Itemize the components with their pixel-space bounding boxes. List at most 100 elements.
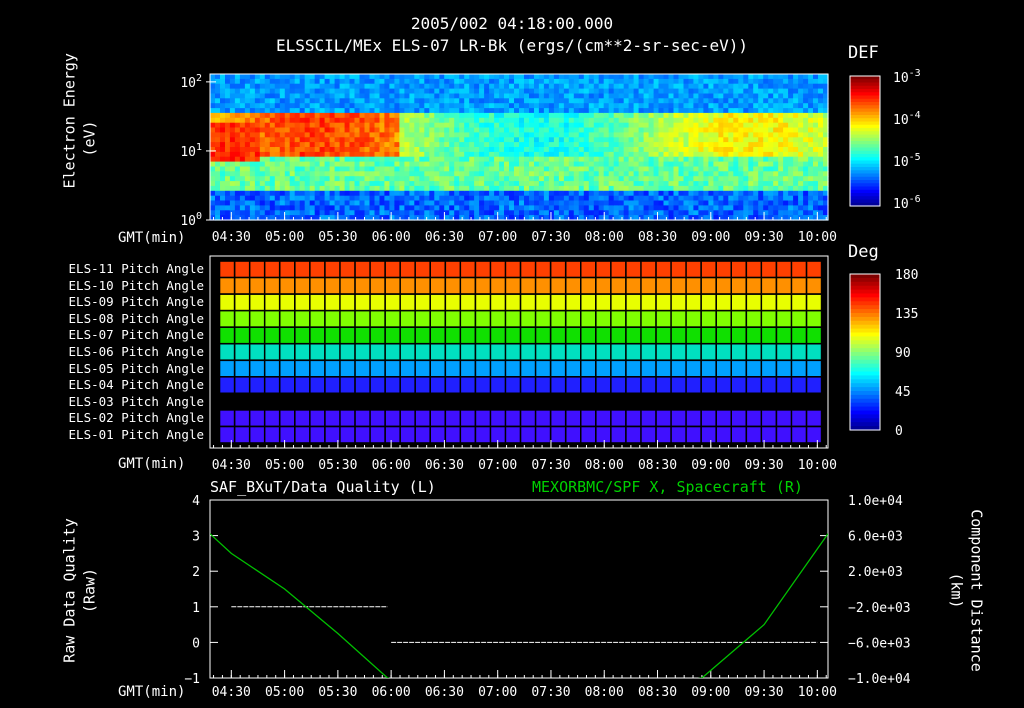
spectrogram-cell [210,83,216,90]
spectrogram-cell [464,166,470,172]
spectrogram-cell [284,195,291,202]
spectrogram-cell [678,205,685,211]
spectrogram-cell [643,93,650,99]
spectrogram-cell [538,98,545,104]
spectrogram-cell [773,78,779,85]
spectrogram-cell [444,122,450,129]
pitch-angle-cell [626,410,641,427]
spectrogram-cell [578,205,585,211]
spectrogram-cell [329,74,336,80]
spectrogram-cell [434,142,440,148]
spectrogram-cell [494,161,500,168]
spectrogram-cell [803,78,809,85]
pitch-angle-cell [294,294,310,311]
spectrogram-cell [658,181,665,187]
spectrogram-cell [499,205,505,211]
spectrogram-cell [499,132,505,138]
spectrogram-cell [399,112,405,119]
distance-axis-unit: (km) [947,572,966,609]
spectrogram-cell [573,190,580,197]
spectrogram-cell [419,156,425,163]
spectrogram-cell [543,210,550,216]
spectrogram-cell [563,108,570,114]
spectrogram-cell [563,83,570,90]
pitch-angle-cell [595,360,611,377]
spectrogram-cell [354,127,361,133]
spectrogram-cell [419,210,425,216]
pitch-angle-cell [565,294,581,311]
pitch-angle-cell [249,277,265,294]
pitch-angle-cell [370,310,385,327]
spectrogram-cell [768,122,774,129]
spectrogram-cell [668,142,675,148]
spectrogram-cell [613,147,620,153]
spectrogram-cell [583,117,590,124]
spectrogram-cell [359,142,366,148]
spectrogram-cell [703,74,709,80]
spectrogram-cell [588,205,595,211]
spectrogram-cell [409,103,415,109]
spectrogram-cell [374,108,381,114]
spectrogram-cell [628,88,635,95]
spectrogram-cell [683,190,690,197]
spectrogram-cell [359,176,366,182]
spectrogram-cell [389,185,395,192]
spectrogram-cell [519,205,525,211]
spectrogram-cell [788,147,794,153]
spectrogram-cell [683,103,690,109]
spectrogram-cell [254,78,261,85]
spectrogram-cell [648,200,655,206]
spectrogram-cell [558,88,565,95]
spectrogram-cell [309,112,316,119]
spectrogram-cell [444,137,450,143]
spectrogram-cell [434,132,440,138]
spectrogram-cell [429,210,435,216]
spectrogram-cell [484,185,490,192]
spectrogram-cell [449,210,455,216]
spectrogram-cell [389,132,395,138]
spectrogram-cell [354,93,361,99]
spectrogram-cell [613,112,620,119]
spectrogram-cell [618,78,625,85]
spectrogram-cell [603,195,610,202]
spectrogram-cell [225,176,231,182]
spectrogram-cell [354,112,361,119]
spectrogram-cell [803,181,809,187]
spectrogram-cell [793,83,799,90]
spectrogram-cell [489,171,495,177]
spectrogram-cell [309,200,316,206]
spectrogram-cell [399,93,405,99]
spectrogram-cell [364,171,371,177]
spectrogram-cell [499,161,505,168]
pitch-angle-cell [550,327,566,344]
spectrogram-cell [703,142,709,148]
spectrogram-cell [349,195,356,202]
spectrogram-cell [758,176,764,182]
spectrogram-cell [783,176,789,182]
pitch-angle-cell [746,294,762,311]
spectrogram-cell [384,176,390,182]
pitch-angle-cell [234,261,250,278]
spectrogram-cell [648,93,655,99]
spectrogram-cell [394,205,400,211]
pitch-angle-cell [385,310,401,327]
spectrogram-cell [633,112,640,119]
spectrogram-cell [454,112,460,119]
spectrogram-cell [494,112,500,119]
spectrogram-cell [563,185,570,192]
spectrogram-cell [529,147,535,153]
spectrogram-cell [763,117,769,124]
spectrogram-cell [703,210,709,216]
spectrogram-cell [429,190,435,197]
spectrogram-cell [633,151,640,158]
spectrogram-cell [524,98,530,104]
spectrogram-cell [613,190,620,197]
spectrogram-cell [698,132,704,138]
spectrogram-cell [778,210,784,216]
pitch-angle-cell [535,310,551,327]
spectrogram-cell [429,83,435,90]
spectrogram-cell [733,112,739,119]
spectrogram-cell [379,108,386,114]
spectrogram-cell [484,181,490,187]
pitch-angle-cell [671,360,686,377]
